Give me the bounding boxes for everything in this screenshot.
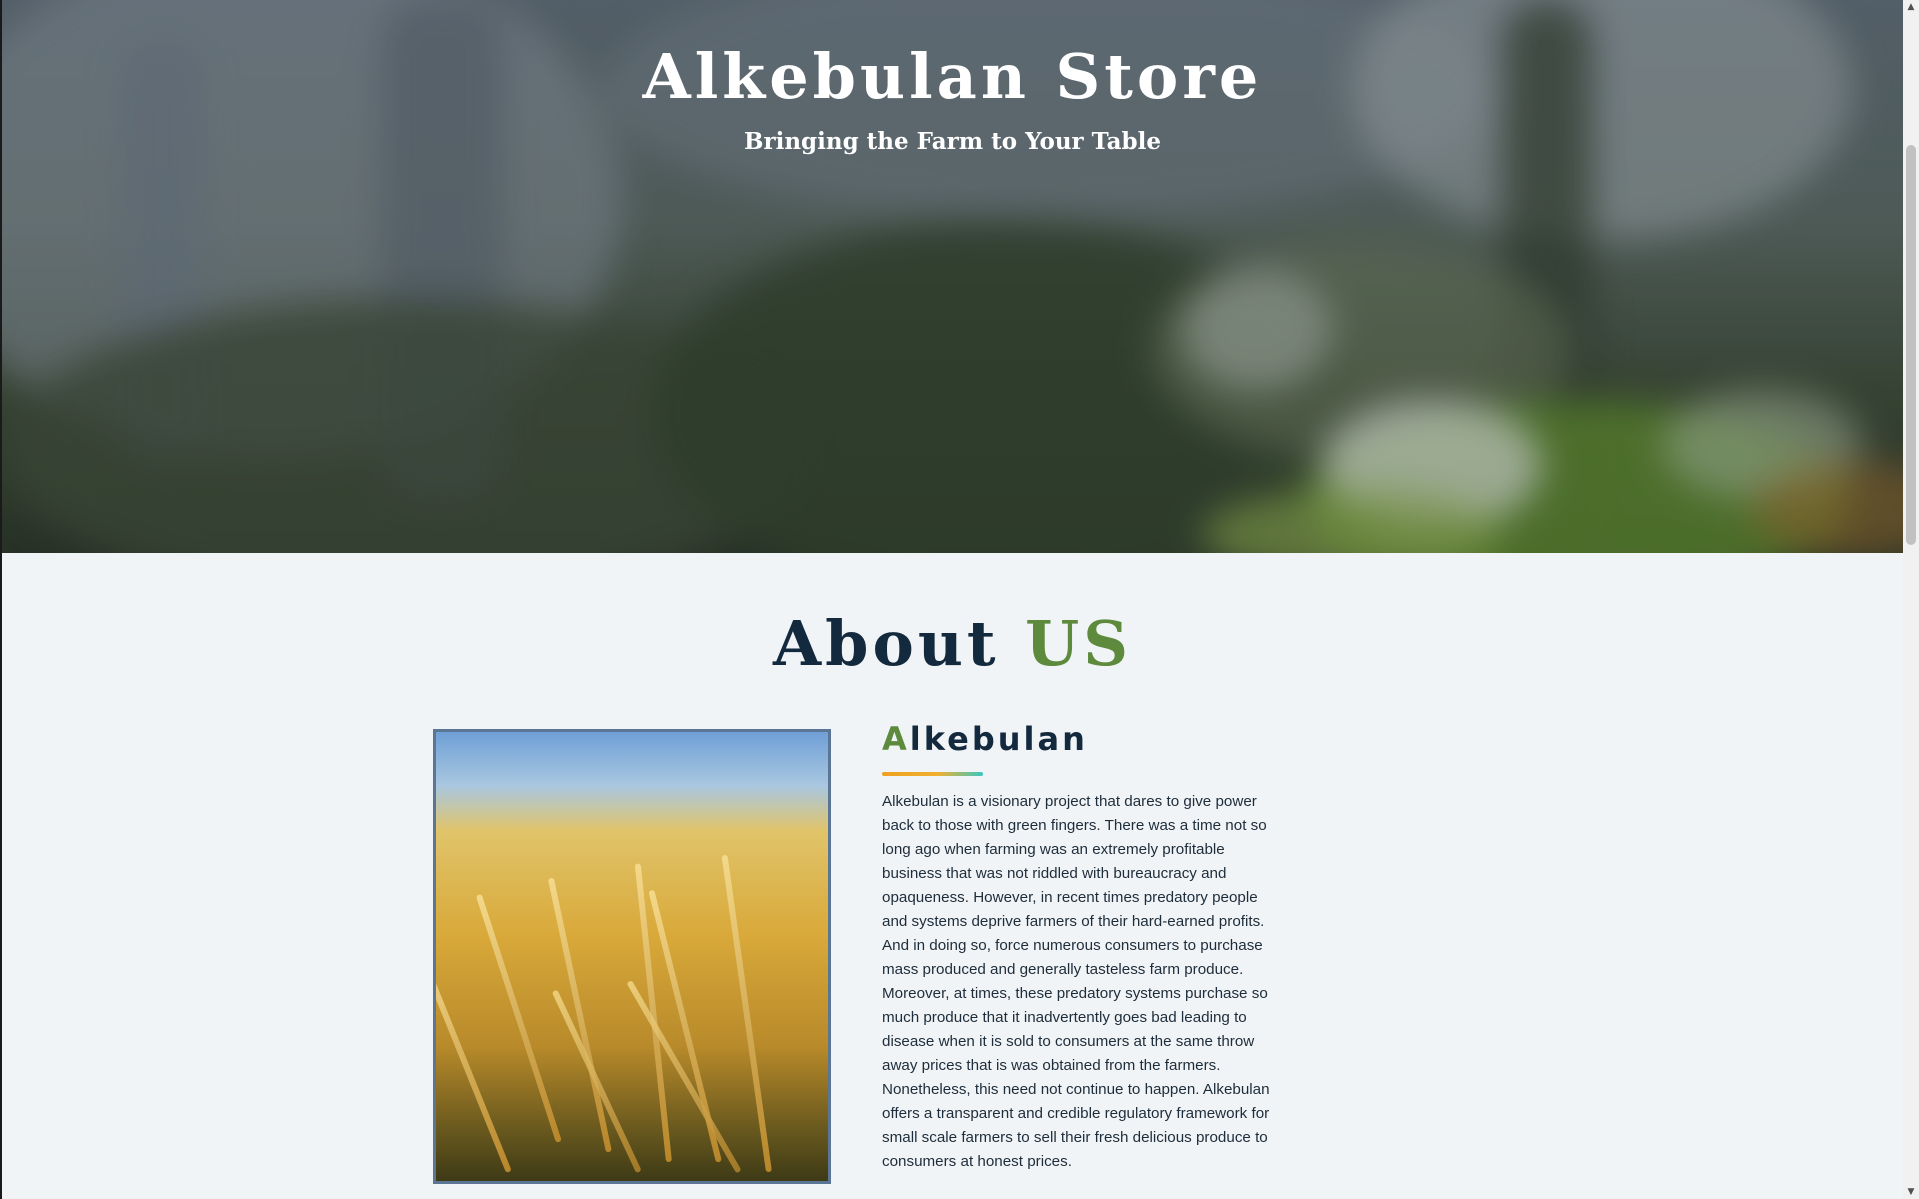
brand-heading: Alkebulan bbox=[882, 720, 1088, 758]
page: Alkebulan Store Bringing the Farm to You… bbox=[0, 0, 1903, 1199]
chevron-up-icon[interactable]: ▲ bbox=[1903, 0, 1919, 14]
heading-underline bbox=[882, 772, 983, 776]
about-heading: About US bbox=[2, 607, 1903, 680]
brand-heading-initial: A bbox=[882, 720, 910, 758]
chevron-down-icon[interactable]: ▼ bbox=[1903, 1185, 1919, 1199]
site-tagline: Bringing the Farm to Your Table bbox=[744, 128, 1161, 155]
brand-heading-rest: lkebulan bbox=[909, 720, 1088, 758]
scrollbar-thumb[interactable] bbox=[1906, 145, 1916, 545]
hero-banner: Alkebulan Store Bringing the Farm to You… bbox=[2, 0, 1903, 553]
site-title: Alkebulan Store bbox=[642, 40, 1263, 113]
about-paragraph: Alkebulan is a visionary project that da… bbox=[882, 793, 1270, 1170]
wheat-field-image bbox=[433, 729, 831, 1184]
vertical-scrollbar[interactable]: ▲ ▼ bbox=[1903, 0, 1919, 1199]
about-heading-main: About bbox=[773, 607, 1000, 680]
about-heading-accent: US bbox=[1025, 607, 1132, 680]
